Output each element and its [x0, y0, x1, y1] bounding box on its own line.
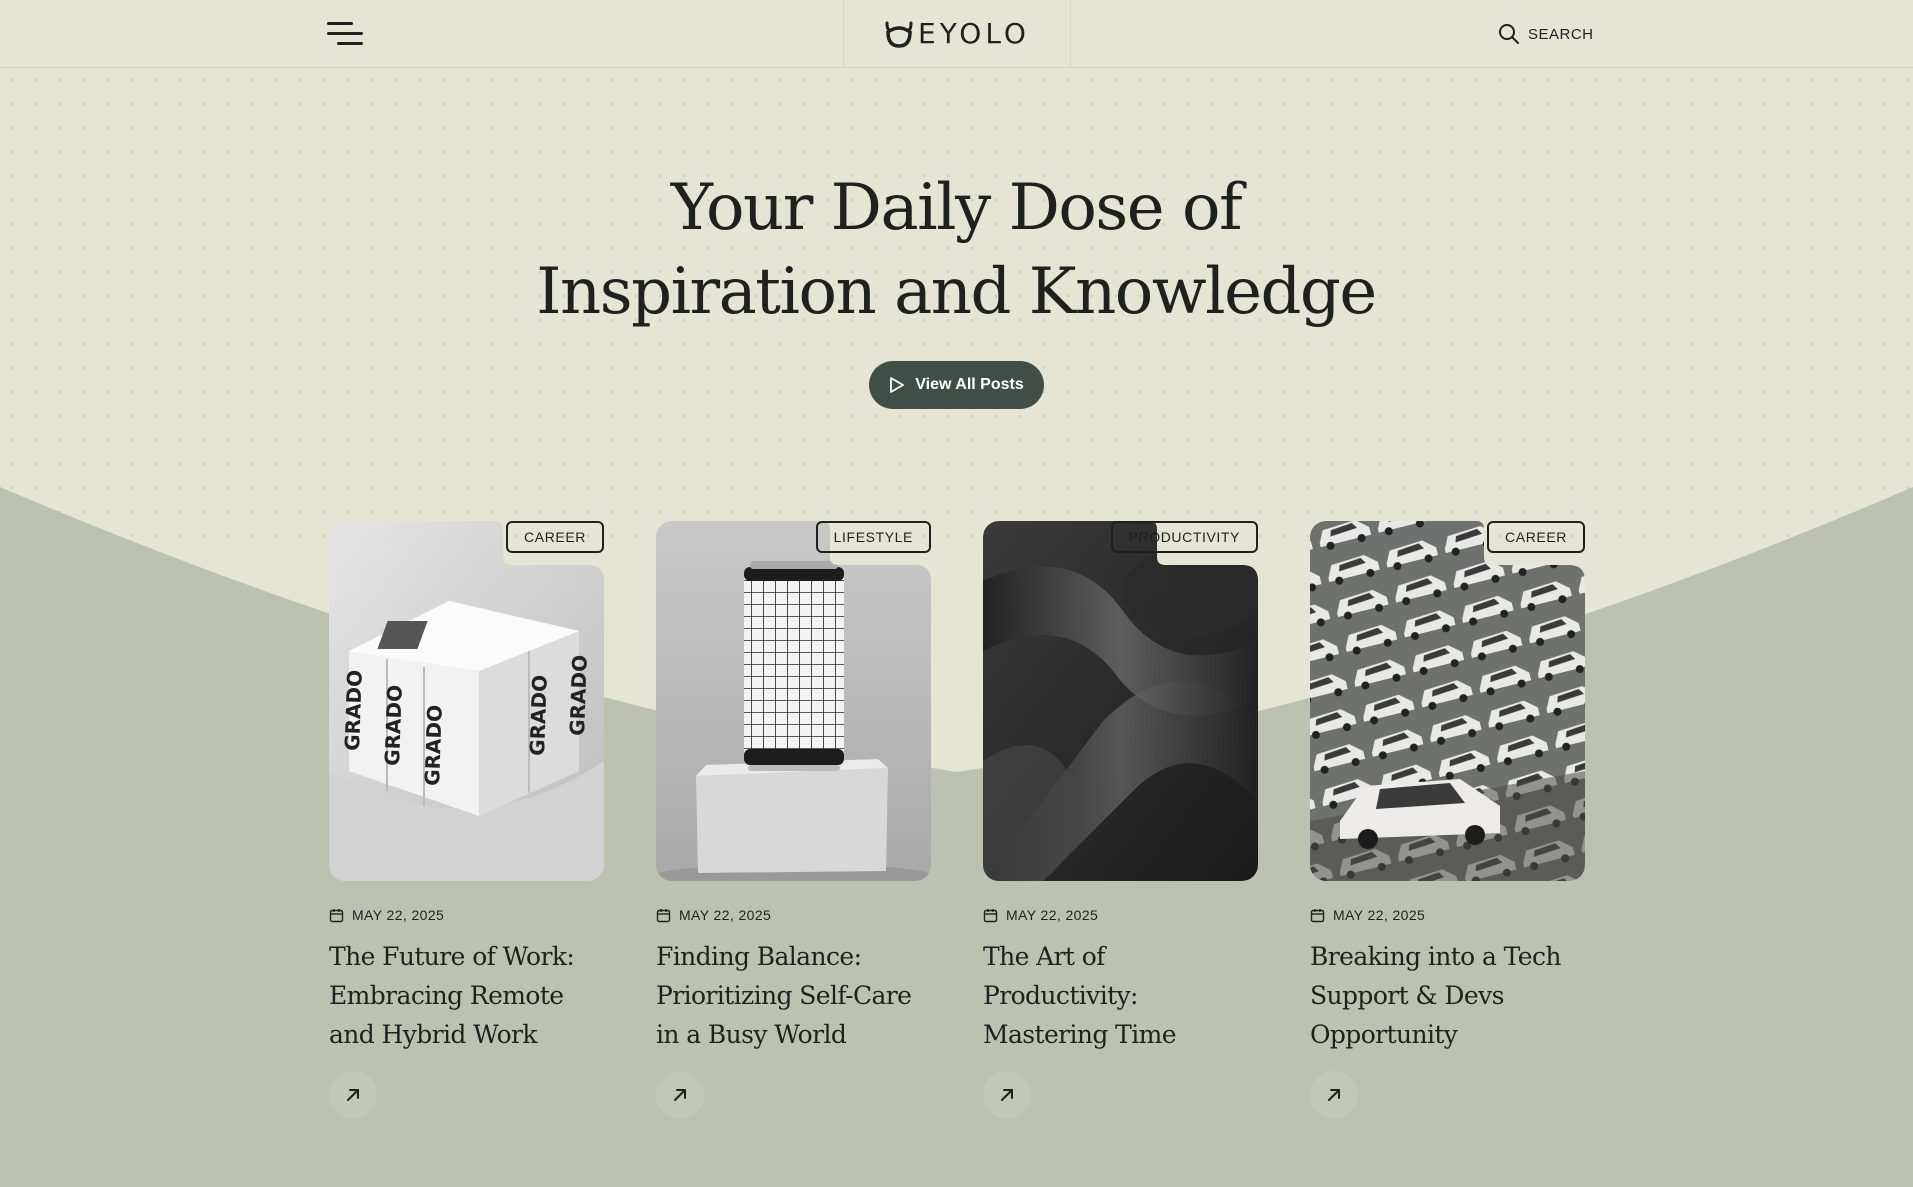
post-image[interactable]: LIFESTYLE [656, 521, 931, 881]
menu-icon[interactable] [327, 20, 363, 48]
post-card[interactable]: CAREER MAY 22, 2025 Breaking into a Tech… [1310, 521, 1585, 1119]
svg-text:GRADO: GRADO [380, 684, 407, 766]
view-all-posts-button[interactable]: View All Posts [869, 361, 1044, 409]
calendar-icon [983, 908, 998, 922]
post-date-label: MAY 22, 2025 [352, 907, 445, 923]
arrow-up-right-icon [347, 1089, 359, 1101]
post-date-label: MAY 22, 2025 [1006, 907, 1099, 923]
calendar-icon [329, 908, 344, 922]
post-date: MAY 22, 2025 [329, 907, 604, 923]
post-title[interactable]: The Future of Work: Embracing Remote and… [329, 937, 604, 1054]
logo[interactable]: EYOLO [843, 0, 1071, 67]
play-icon [890, 377, 905, 393]
post-image-grado-boxes: GRADO GRADO GRADO GRADO GRADO [329, 521, 604, 881]
arrow-up-right-icon [1328, 1089, 1340, 1101]
category-tag[interactable]: CAREER [506, 521, 604, 553]
post-image-sports-cars [1310, 521, 1585, 881]
post-date: MAY 22, 2025 [983, 907, 1258, 923]
arrow-up-right-icon [1001, 1089, 1013, 1101]
post-image[interactable]: GRADO GRADO GRADO GRADO GRADO CAREER [329, 521, 604, 881]
read-more-button[interactable] [329, 1071, 377, 1119]
post-date: MAY 22, 2025 [1310, 907, 1585, 923]
post-image-grid-can [656, 521, 931, 881]
calendar-icon [656, 908, 671, 922]
category-tag[interactable]: LIFESTYLE [815, 521, 931, 553]
post-card[interactable]: PRODUCTIVITY MAY 22, 2025 The Art of Pro… [983, 521, 1258, 1119]
post-image[interactable]: PRODUCTIVITY [983, 521, 1258, 881]
post-image-dark-waves [983, 521, 1258, 881]
site-header: EYOLO SEARCH [0, 0, 1913, 68]
read-more-button[interactable] [656, 1071, 704, 1119]
category-tag[interactable]: PRODUCTIVITY [1110, 521, 1258, 553]
post-title[interactable]: Finding Balance: Prioritizing Self-Care … [656, 937, 931, 1054]
post-date-label: MAY 22, 2025 [1333, 907, 1426, 923]
search-icon [1499, 24, 1519, 44]
hero-title-line-1: Your Daily Dose of [670, 171, 1243, 245]
svg-text:GRADO: GRADO [420, 704, 447, 786]
calendar-icon [1310, 908, 1325, 922]
post-card[interactable]: LIFESTYLE MAY 22, 2025 Finding Balance: … [656, 521, 931, 1119]
post-date-label: MAY 22, 2025 [679, 907, 772, 923]
svg-text:GRADO: GRADO [340, 669, 367, 751]
view-all-posts-label: View All Posts [915, 376, 1024, 393]
category-tag[interactable]: CAREER [1487, 521, 1585, 553]
hero-title-line-2: Inspiration and Knowledge [536, 255, 1377, 329]
search-button[interactable]: SEARCH [1498, 20, 1594, 48]
arrow-up-right-icon [674, 1089, 686, 1101]
brand-name: EYOLO [918, 17, 1030, 50]
post-date: MAY 22, 2025 [656, 907, 931, 923]
read-more-button[interactable] [983, 1071, 1031, 1119]
post-title[interactable]: The Art of Productivity: Mastering Time … [983, 937, 1258, 1054]
post-card[interactable]: GRADO GRADO GRADO GRADO GRADO CAREER MAY… [329, 521, 604, 1119]
read-more-button[interactable] [1310, 1071, 1358, 1119]
hero-title: Your Daily Dose of Inspiration and Knowl… [456, 166, 1456, 334]
svg-text:GRADO: GRADO [525, 674, 552, 756]
logo-mark-icon [885, 21, 913, 48]
post-title[interactable]: Breaking into a Tech Support & Devs Oppo… [1310, 937, 1585, 1054]
svg-text:GRADO: GRADO [565, 654, 592, 736]
search-label: SEARCH [1528, 25, 1594, 43]
post-image[interactable]: CAREER [1310, 521, 1585, 881]
